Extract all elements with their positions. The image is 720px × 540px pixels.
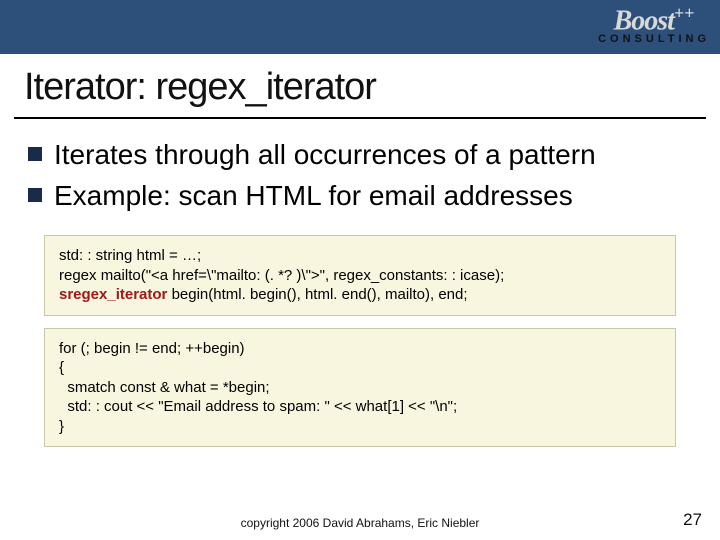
list-item: Iterates through all occurrences of a pa… [28,137,692,172]
list-item: Example: scan HTML for email addresses [28,178,692,213]
code-block-1: std: : string html = …; regex mailto("<a… [44,235,676,316]
logo-subtitle: CONSULTING [598,33,710,45]
page-number: 27 [683,510,702,530]
copyright: copyright 2006 David Abrahams, Eric Nieb… [0,516,720,530]
title-rule [14,117,706,119]
bullet-text: Example: scan HTML for email addresses [54,178,573,213]
bullet-list: Iterates through all occurrences of a pa… [0,137,720,231]
code-block-2: for (; begin != end; ++begin) { smatch c… [44,328,676,448]
logo-main: Boost++ [598,4,710,35]
slide-title: Iterator: regex_iterator [0,54,720,117]
bullet-icon [28,188,42,202]
logo: Boost++ CONSULTING [598,4,710,45]
header-bar: Boost++ CONSULTING [0,0,720,54]
bullet-icon [28,147,42,161]
bullet-text: Iterates through all occurrences of a pa… [54,137,596,172]
